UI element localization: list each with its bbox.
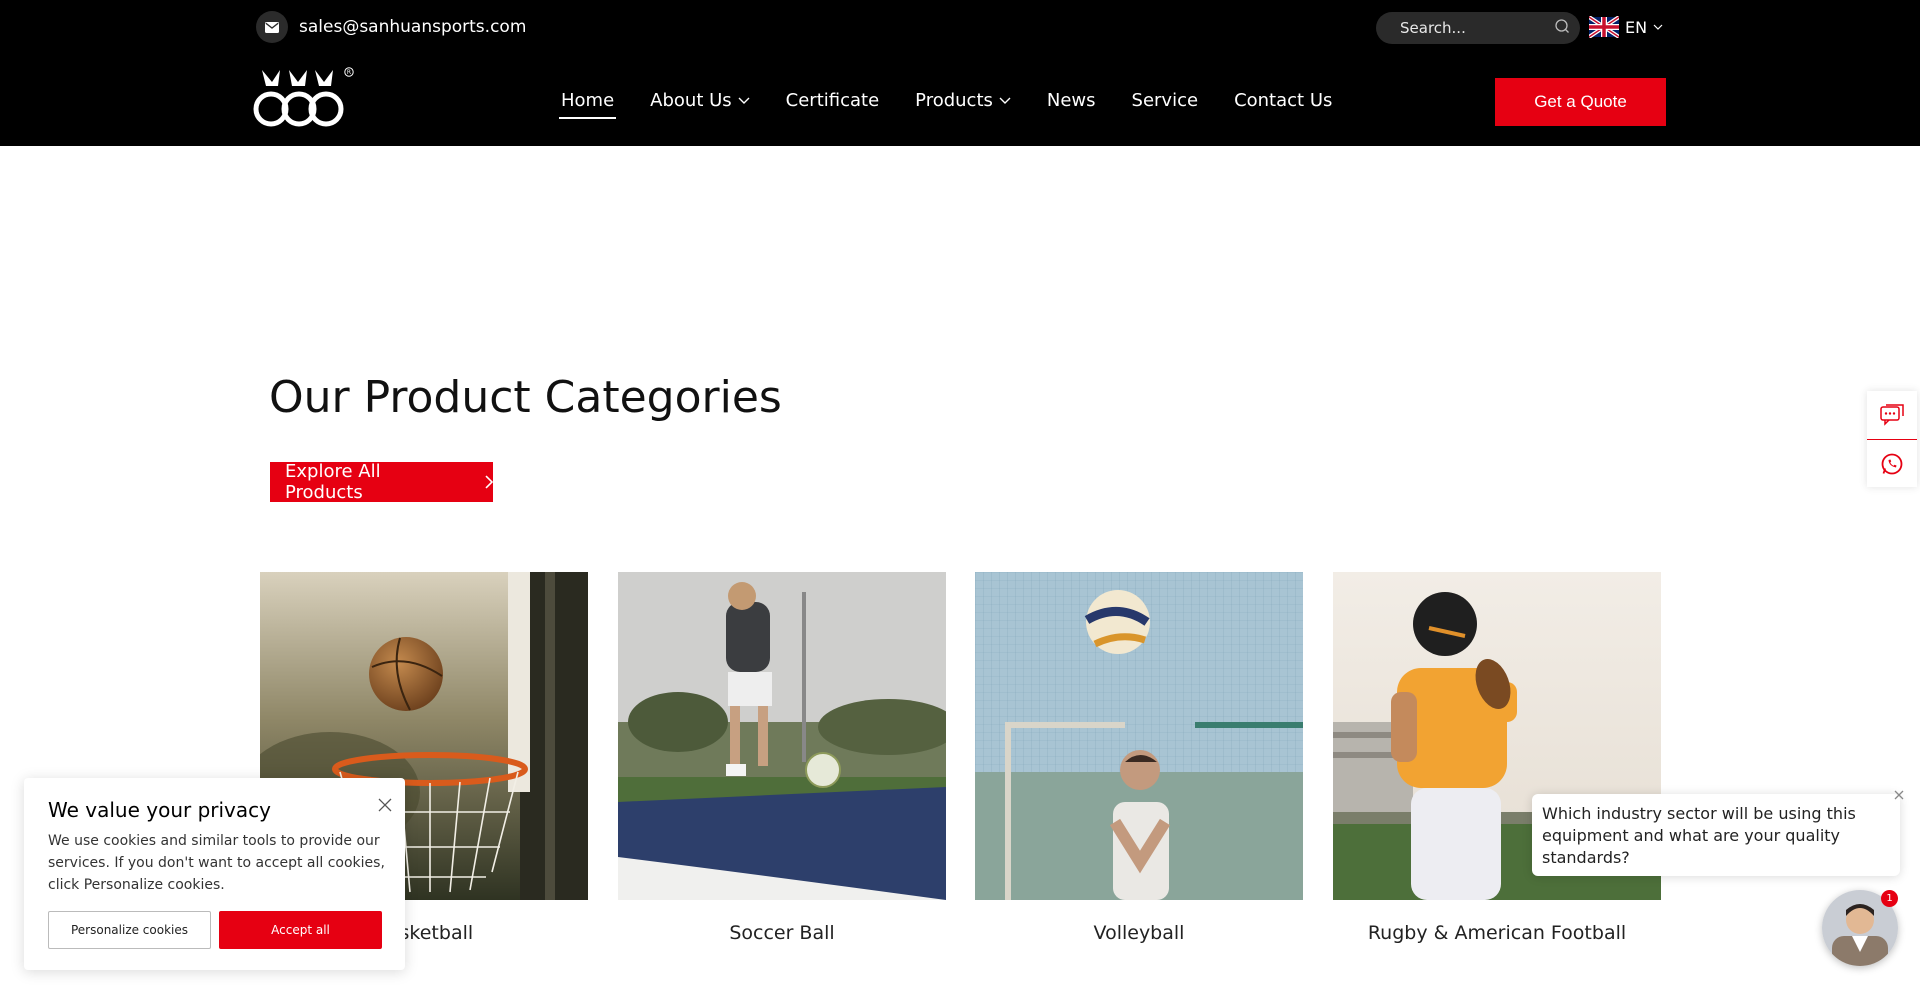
chevron-down-icon bbox=[738, 97, 750, 104]
nav-certificate-label: Certificate bbox=[785, 90, 880, 111]
nav-products[interactable]: Products bbox=[915, 90, 1011, 119]
search-icon[interactable] bbox=[1553, 18, 1570, 39]
section-title: Our Product Categories bbox=[269, 372, 782, 423]
nav-home[interactable]: Home bbox=[558, 90, 617, 119]
close-icon[interactable] bbox=[376, 796, 394, 814]
category-image-volleyball[interactable] bbox=[975, 572, 1303, 900]
explore-label: Explore All Products bbox=[285, 461, 381, 503]
side-toolbar bbox=[1867, 391, 1917, 487]
page: sales@sanhuansports.com EN bbox=[0, 0, 1920, 993]
nav-about-us-label: About Us bbox=[650, 90, 732, 111]
accept-all-button[interactable]: Accept all bbox=[219, 911, 382, 949]
explore-all-products-button[interactable]: Explore All Products bbox=[270, 461, 493, 503]
category-label-soccer-ball[interactable]: Soccer Ball bbox=[618, 922, 946, 944]
personalize-cookies-button[interactable]: Personalize cookies bbox=[48, 911, 211, 949]
uk-flag-icon bbox=[1589, 16, 1619, 38]
site-header: sales@sanhuansports.com EN bbox=[0, 0, 1920, 146]
chevron-down-icon bbox=[1653, 24, 1663, 30]
svg-text:R: R bbox=[347, 69, 351, 76]
category-image-soccer-ball[interactable] bbox=[618, 572, 946, 900]
category-label-volleyball[interactable]: Volleyball bbox=[975, 922, 1303, 944]
language-selector[interactable]: EN bbox=[1589, 16, 1663, 38]
site-logo[interactable]: R bbox=[252, 66, 356, 132]
nav-news-label: News bbox=[1046, 90, 1096, 111]
search-input[interactable] bbox=[1400, 19, 1553, 37]
nav-home-label: Home bbox=[561, 90, 615, 111]
email-text[interactable]: sales@sanhuansports.com bbox=[299, 17, 526, 37]
category-label-rugby-american-football[interactable]: Rugby & American Football bbox=[1333, 922, 1661, 944]
nav-about-us[interactable]: About Us bbox=[650, 90, 750, 119]
chevron-right-icon bbox=[485, 475, 493, 489]
language-label: EN bbox=[1625, 17, 1648, 37]
nav-service[interactable]: Service bbox=[1132, 90, 1199, 119]
cookie-description: We use cookies and similar tools to prov… bbox=[48, 833, 385, 893]
whatsapp-icon[interactable] bbox=[1867, 439, 1917, 487]
get-a-quote-button[interactable]: Get a Quote bbox=[1495, 78, 1666, 126]
cookie-banner: We value your privacy We use cookies and… bbox=[24, 778, 405, 970]
search-box[interactable] bbox=[1376, 12, 1580, 44]
cookie-title: We value your privacy bbox=[48, 798, 271, 822]
close-icon[interactable] bbox=[1892, 788, 1906, 802]
nav-certificate[interactable]: Certificate bbox=[786, 90, 880, 119]
mail-icon bbox=[256, 11, 288, 43]
nav-products-label: Products bbox=[915, 90, 993, 111]
chevron-down-icon bbox=[999, 97, 1011, 104]
email-contact[interactable]: sales@sanhuansports.com bbox=[256, 11, 526, 43]
nav-news[interactable]: News bbox=[1047, 90, 1096, 119]
nav-contact-us[interactable]: Contact Us bbox=[1234, 90, 1332, 119]
chat-unread-badge: 1 bbox=[1881, 890, 1898, 907]
main-nav: Home About Us Certificate Products News … bbox=[558, 90, 1368, 119]
nav-service-label: Service bbox=[1131, 90, 1199, 111]
message-icon[interactable] bbox=[1867, 391, 1917, 439]
chat-message-bubble[interactable]: Which industry sector will be using this… bbox=[1532, 794, 1900, 876]
nav-contact-us-label: Contact Us bbox=[1234, 90, 1333, 111]
